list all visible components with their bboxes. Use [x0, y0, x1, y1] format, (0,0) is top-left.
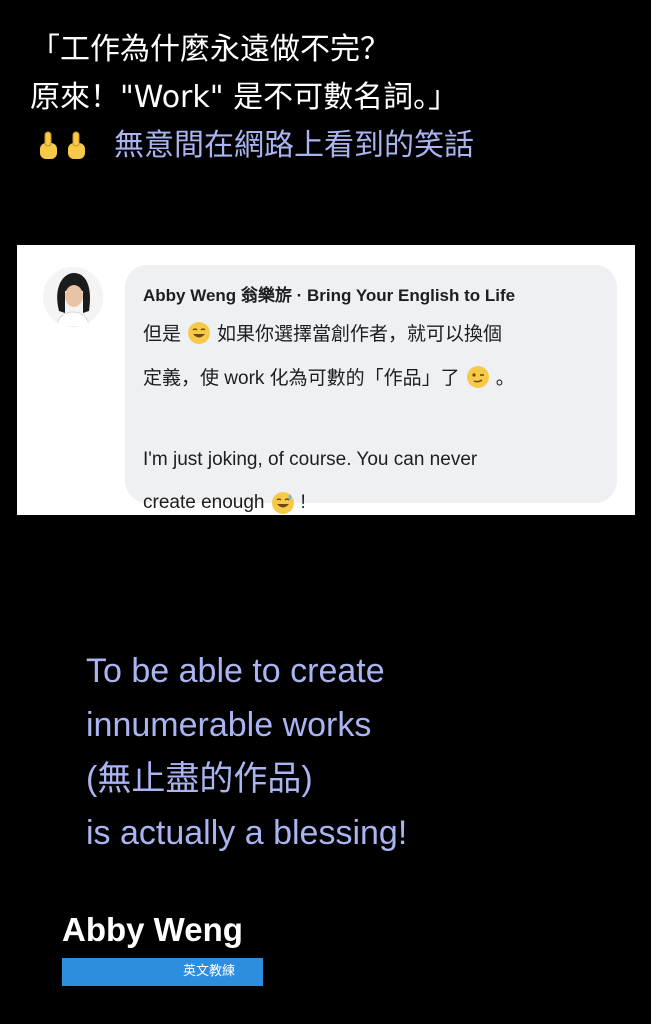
- quote-line-2: innumerable works: [86, 706, 372, 744]
- pointing-icons: [36, 131, 88, 161]
- quote-block: To be able to create innumerable works (…: [86, 644, 626, 860]
- pointing-up-icon: [40, 131, 57, 159]
- headline-line-3: 無意間在網路上看到的笑話: [114, 128, 474, 163]
- brand-block: Abby Weng 英文教練: [62, 908, 263, 986]
- grinning-sweat-face-icon: [271, 492, 294, 514]
- brand-tag: 英文教練: [62, 958, 263, 986]
- headline: 「工作為什麼永遠做不完？ 原來！"Work" 是不可數名詞。」 無意間在網路上看…: [30, 26, 640, 170]
- grinning-face-icon: [188, 321, 211, 344]
- comment-zh-line-2a: 定義，使 work 化為可數的「作品」了: [143, 368, 460, 389]
- comment-zh-line-2: 定義，使 work 化為可數的「作品」了 。: [143, 363, 515, 390]
- comment-en-line-2b: !: [300, 492, 306, 513]
- quote-line-3: (無止盡的作品): [86, 760, 313, 798]
- comment-card: Abby Weng 翁樂旂 · Bring Your English to Li…: [17, 245, 635, 515]
- comment-zh-line-2b: 。: [495, 368, 515, 389]
- headline-line-1: 「工作為什麼永遠做不完？: [30, 32, 390, 67]
- avatar: [43, 267, 103, 327]
- pointing-up-icon: [68, 131, 85, 159]
- comment-author[interactable]: Abby Weng 翁樂旂 · Bring Your English to Li…: [143, 281, 515, 306]
- comment-en-line-1: I'm just joking, of course. You can neve…: [143, 449, 478, 470]
- comment-en-line-2: create enough !: [143, 491, 306, 515]
- quote-line-1: To be able to create: [86, 652, 385, 690]
- winking-face-icon: [466, 365, 489, 388]
- comment-bubble: Abby Weng 翁樂旂 · Bring Your English to Li…: [125, 265, 617, 514]
- comment-zh-line-1b: 如果你選擇當創作者，就可以換個: [217, 324, 503, 345]
- comment-zh-line-1a: 但是: [143, 324, 182, 345]
- headline-line-3-row: 無意間在網路上看到的笑話: [30, 122, 640, 170]
- quote-line-4: is actually a blessing!: [86, 814, 408, 852]
- comment-zh-line-1: 但是 如果你選擇當創作者，就可以換個: [143, 319, 502, 346]
- headline-line-2: 原來！"Work" 是不可數名詞。」: [30, 80, 459, 115]
- comment-en-line-2a: create enough: [143, 492, 265, 513]
- brand-name: Abby Weng: [62, 911, 243, 948]
- avatar-image: [43, 267, 103, 327]
